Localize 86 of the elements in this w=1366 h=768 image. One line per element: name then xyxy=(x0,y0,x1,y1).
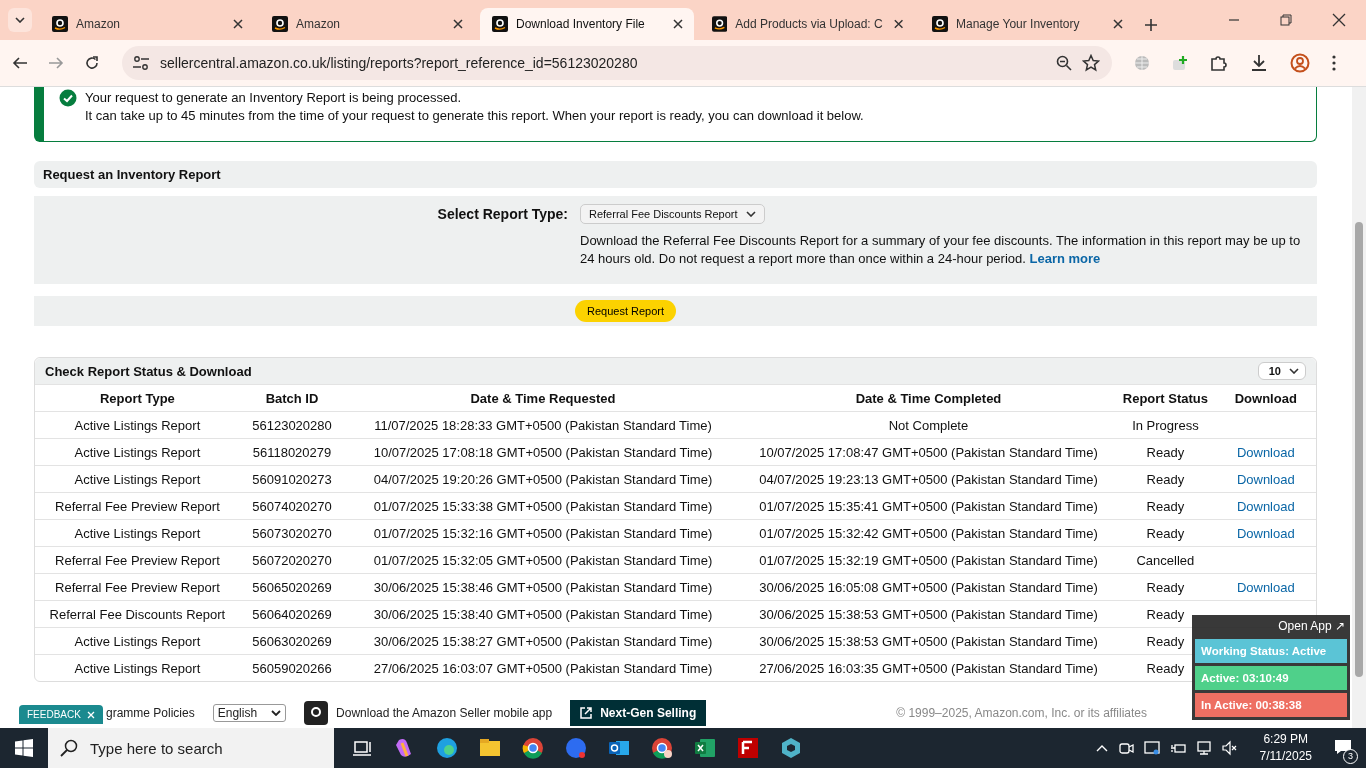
table-cell: 01/07/2025 15:32:05 GMT+0500 (Pakistan Standard Time) xyxy=(344,546,742,574)
report-type-select[interactable]: Referral Fee Discounts Report xyxy=(580,204,765,224)
feedback-tab[interactable]: FEEDBACK xyxy=(19,705,103,724)
table-cell: Ready xyxy=(1115,465,1216,493)
column-header: Batch ID xyxy=(239,384,345,412)
table-cell: 56064020269 xyxy=(239,600,345,628)
table-cell: Not Complete xyxy=(741,411,1116,439)
next-gen-selling-button[interactable]: Next-Gen Selling xyxy=(570,700,707,726)
table-cell: 56073020270 xyxy=(239,519,345,547)
table-cell: 01/07/2025 15:32:19 GMT+0500 (Pakistan Standard Time) xyxy=(741,546,1116,574)
page-size-select[interactable]: 10 xyxy=(1257,362,1306,380)
table-cell: 01/07/2025 15:32:42 GMT+0500 (Pakistan Standard Time) xyxy=(741,519,1116,547)
table-cell: 56065020269 xyxy=(239,573,345,601)
table-cell: 30/06/2025 15:38:46 GMT+0500 (Pakistan Standard Time) xyxy=(344,573,742,601)
taskbar-search-field[interactable]: Type here to search xyxy=(48,728,334,768)
app-download-link[interactable]: Download the Amazon Seller mobile app xyxy=(336,706,553,720)
download-link[interactable]: Download xyxy=(1236,444,1295,460)
alert-text: Your request to generate an Inventory Report is being processed. xyxy=(85,89,463,107)
alert-text: It can take up to 45 minutes from the time of your request to generate this report. When your report is ready, you can download it below. xyxy=(85,107,864,125)
table-cell: Referral Fee Preview Report xyxy=(35,546,240,574)
table-cell: 11/07/2025 18:28:33 GMT+0500 (Pakistan Standard Time) xyxy=(344,411,742,439)
table-cell: 56091020273 xyxy=(239,465,345,493)
table-cell: 04/07/2025 19:23:13 GMT+0500 (Pakistan Standard Time) xyxy=(741,465,1116,493)
policies-link[interactable]: gramme Policies xyxy=(106,706,195,720)
table-cell: 56118020279 xyxy=(239,438,345,466)
table-cell: Referral Fee Preview Report xyxy=(35,492,240,520)
select-label: Select Report Type: xyxy=(436,206,568,222)
table-cell: 30/06/2025 15:38:53 GMT+0500 (Pakistan Standard Time) xyxy=(741,627,1116,655)
status-bar: Working Status: Active xyxy=(1195,639,1347,663)
copyright-text: © 1999–2025, Amazon.com, Inc. or its affiliates xyxy=(896,706,1147,720)
table-cell: 01/07/2025 15:33:38 GMT+0500 (Pakistan Standard Time) xyxy=(344,492,742,520)
table-cell: 30/06/2025 15:38:53 GMT+0500 (Pakistan Standard Time) xyxy=(741,600,1116,628)
table-cell: 01/07/2025 15:32:16 GMT+0500 (Pakistan Standard Time) xyxy=(344,519,742,547)
table-cell: Active Listings Report xyxy=(35,465,240,493)
browser-tab[interactable]: Amazon xyxy=(40,8,254,40)
report-description: Download the Referral Fee Discounts Report for a summary of your fee discounts. The information in this report may be up to 24 hours old. Do not request a report more than once within a 24-hour period. Learn more xyxy=(580,232,1302,268)
table-cell: Active Listings Report xyxy=(35,411,240,439)
table-cell: 56063020269 xyxy=(239,627,345,655)
table-cell: 04/07/2025 19:20:26 GMT+0500 (Pakistan Standard Time) xyxy=(344,465,742,493)
table-cell: Referral Fee Discounts Report xyxy=(35,600,240,628)
table-cell: 10/07/2025 17:08:47 GMT+0500 (Pakistan Standard Time) xyxy=(741,438,1116,466)
table-cell: Ready xyxy=(1115,492,1216,520)
download-link[interactable]: Download xyxy=(1236,471,1295,487)
table-cell: 30/06/2025 15:38:40 GMT+0500 (Pakistan Standard Time) xyxy=(344,600,742,628)
status-bar: Active: 03:10:49 xyxy=(1195,666,1347,690)
table-cell: Active Listings Report xyxy=(35,627,240,655)
download-link[interactable]: Download xyxy=(1236,579,1295,595)
table-cell: Ready xyxy=(1115,438,1216,466)
column-header: Download xyxy=(1215,384,1316,412)
table-cell: Active Listings Report xyxy=(35,519,240,547)
table-cell: 30/06/2025 16:05:08 GMT+0500 (Pakistan Standard Time) xyxy=(741,573,1116,601)
browser-tab[interactable]: Add Products via Upload: C xyxy=(700,8,914,40)
table-cell: 01/07/2025 15:35:41 GMT+0500 (Pakistan Standard Time) xyxy=(741,492,1116,520)
table-cell: 10/07/2025 17:08:18 GMT+0500 (Pakistan Standard Time) xyxy=(344,438,742,466)
browser-tab[interactable]: Manage Your Inventory xyxy=(920,8,1134,40)
browser-tab[interactable]: Amazon xyxy=(260,8,474,40)
panel-title: Check Report Status & Download xyxy=(45,363,252,379)
section-header: Request an Inventory Report xyxy=(34,161,1317,188)
table-cell: Cancelled xyxy=(1115,546,1216,574)
table-cell: 30/06/2025 15:38:27 GMT+0500 (Pakistan Standard Time) xyxy=(344,627,742,655)
table-cell: Ready xyxy=(1115,519,1216,547)
table-cell: 56072020270 xyxy=(239,546,345,574)
column-header: Report Type xyxy=(35,384,240,412)
address-bar[interactable]: sellercentral.amazon.co.uk/listing/reports?report_reference_id=56123020280 xyxy=(122,46,1112,80)
column-header: Date & Time Requested xyxy=(344,384,742,412)
column-header: Date & Time Completed xyxy=(741,384,1116,412)
table-cell: In Progress xyxy=(1115,411,1216,439)
request-report-button[interactable]: Request Report xyxy=(574,300,676,322)
table-cell: 27/06/2025 16:03:07 GMT+0500 (Pakistan Standard Time) xyxy=(344,654,742,681)
download-link[interactable]: Download xyxy=(1236,498,1295,514)
learn-more-link[interactable]: Learn more xyxy=(1029,251,1101,266)
table-cell: 56059020266 xyxy=(239,654,345,681)
column-header: Report Status xyxy=(1115,384,1216,412)
table-cell: Ready xyxy=(1115,573,1216,601)
download-link[interactable]: Download xyxy=(1236,525,1295,541)
table-cell: Referral Fee Preview Report xyxy=(35,573,240,601)
language-select[interactable]: English xyxy=(212,704,287,722)
table-cell: 27/06/2025 16:03:35 GMT+0500 (Pakistan Standard Time) xyxy=(741,654,1116,681)
table-cell: 56074020270 xyxy=(239,492,345,520)
table-cell: Active Listings Report xyxy=(35,654,240,681)
table-cell: Active Listings Report xyxy=(35,438,240,466)
status-bar: In Active: 00:38:38 xyxy=(1195,693,1347,717)
open-app-link[interactable]: Open App ↗ xyxy=(1276,617,1347,636)
browser-tab[interactable]: Download Inventory File xyxy=(480,8,694,40)
taskbar-clock[interactable]: 6:29 PM 7/11/2025 xyxy=(1259,731,1312,765)
table-cell: 56123020280 xyxy=(239,411,345,439)
